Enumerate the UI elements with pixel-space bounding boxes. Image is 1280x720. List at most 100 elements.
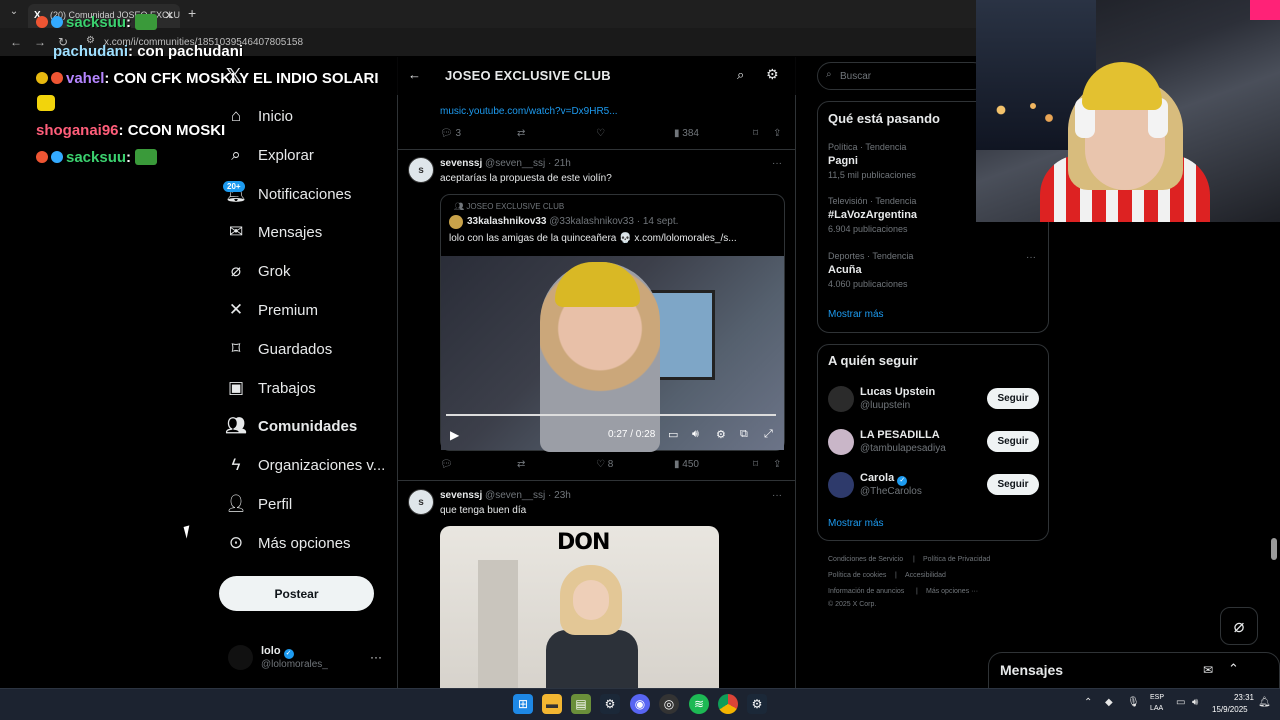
nav-premium[interactable]: ✕ Premium <box>226 296 318 324</box>
chrome-icon[interactable] <box>718 694 738 714</box>
follow-show-more-link[interactable]: Mostrar más <box>828 518 884 529</box>
tweet-author[interactable]: sevenssj @seven__ssj · 21h <box>440 158 571 169</box>
footer-link[interactable]: Política de cookies <box>828 572 886 579</box>
microphone-icon[interactable]: 🎙︎ <box>1127 697 1140 708</box>
tray-chevron-icon[interactable]: ⌃ <box>1084 697 1092 708</box>
trends-show-more-link[interactable]: Mostrar más <box>828 309 884 320</box>
retweet-button[interactable]: ⇄ <box>517 459 525 470</box>
tab-list-chevron-icon[interactable]: ⌄ <box>6 6 22 22</box>
trend-item[interactable]: Política · Tendencia Pagni 11,5 mil publ… <box>828 142 916 180</box>
post-button[interactable]: Postear <box>219 576 374 611</box>
follow-button[interactable]: Seguir <box>987 474 1039 495</box>
footer-link[interactable]: Más opciones ··· <box>926 588 978 595</box>
language-indicator[interactable]: ESP <box>1150 694 1164 701</box>
grok-floating-button[interactable]: ⌀ <box>1220 607 1258 645</box>
tweet-author[interactable]: sevenssj @seven__ssj · 23h <box>440 490 571 501</box>
like-button[interactable]: ♡ 8 <box>596 459 613 470</box>
spotify-icon[interactable]: ≋ <box>689 694 709 714</box>
volume-icon[interactable]: 🔊︎ <box>1192 697 1198 708</box>
new-tab-icon[interactable]: + <box>188 5 196 21</box>
like-button[interactable]: ♡ <box>596 128 605 139</box>
share-button[interactable]: ⇪ <box>773 459 781 470</box>
close-tab-icon[interactable]: ✕ <box>165 9 174 22</box>
captions-icon[interactable]: ▭ <box>668 428 678 441</box>
nav-comunidades[interactable]: 👥︎ Comunidades <box>225 412 357 440</box>
search-icon[interactable]: ⌕ <box>737 67 744 83</box>
gear-icon[interactable]: ⚙ <box>766 66 779 83</box>
follow-name[interactable]: Carola ✓ <box>860 472 908 486</box>
bookmark-button[interactable]: ⌑ <box>753 459 758 470</box>
trend-more-icon[interactable]: ··· <box>1026 252 1036 263</box>
footer-link[interactable]: Información de anuncios <box>828 588 904 595</box>
compose-message-icon[interactable]: ✉ <box>1203 663 1213 677</box>
account-name[interactable]: lolo ✓ <box>261 645 294 659</box>
verified-badge-icon: ✓ <box>283 649 294 659</box>
pip-icon[interactable]: ⧉ <box>740 428 748 441</box>
retweet-button[interactable]: ⇄ <box>517 128 525 139</box>
tweet-link[interactable]: music.youtube.com/watch?v=Dx9HR5... <box>440 106 618 117</box>
search-input[interactable]: Buscar <box>817 62 987 90</box>
tweet-avatar[interactable]: s <box>408 157 434 183</box>
keyboard-layout-indicator[interactable]: LAA <box>1150 705 1163 712</box>
nav-grok[interactable]: ⌀ Grok <box>226 257 291 285</box>
file-explorer-icon[interactable]: ▬ <box>542 694 562 714</box>
emote-icon <box>135 14 158 30</box>
tweet-avatar[interactable]: s <box>408 489 434 515</box>
discord-icon[interactable]: ◉ <box>630 694 650 714</box>
tray-app-icon[interactable]: ◆ <box>1105 697 1113 708</box>
scrollbar[interactable] <box>1271 538 1277 560</box>
reply-button[interactable]: 💬︎ 3 <box>440 128 461 139</box>
steam-icon[interactable]: ⚙ <box>747 694 767 714</box>
footer-link[interactable]: Accesibilidad <box>905 572 946 579</box>
nav-inicio[interactable]: ⌂ Inicio <box>226 102 293 130</box>
trend-item[interactable]: Televisión · Tendencia #LaVozArgentina 6… <box>828 196 917 234</box>
tweet-more-icon[interactable]: ··· <box>772 490 782 501</box>
notification-bell-icon[interactable]: 🔔︎ <box>1258 697 1271 708</box>
clock-time[interactable]: 23:31 <box>1226 693 1254 702</box>
nav-trabajos[interactable]: ▣ Trabajos <box>226 374 316 402</box>
trend-item[interactable]: Deportes · Tendencia Acuña 4.060 publica… <box>828 251 913 289</box>
network-icon[interactable]: ▭ <box>1176 697 1185 708</box>
back-icon[interactable]: ← <box>10 35 22 49</box>
account-avatar[interactable] <box>228 645 253 670</box>
nav-guardados[interactable]: ⌑ Guardados <box>226 335 333 363</box>
expand-drawer-icon[interactable]: ⌃ <box>1228 661 1239 677</box>
nav-notificaciones[interactable]: 🔔︎ Notificaciones <box>225 180 351 208</box>
nav-mensajes[interactable]: ✉ Mensajes <box>226 218 322 246</box>
nav-explorar[interactable]: ⌕ Explorar <box>226 141 314 169</box>
share-button[interactable]: ⇪ <box>773 128 781 139</box>
video-progress-bar[interactable] <box>446 414 776 416</box>
follow-avatar[interactable] <box>828 429 854 455</box>
tweet-more-icon[interactable]: ··· <box>772 158 782 169</box>
obs-icon[interactable]: ◎ <box>659 694 679 714</box>
tweet-text: que tenga buen día <box>440 505 527 516</box>
follow-avatar[interactable] <box>828 386 854 412</box>
settings-icon[interactable]: ⚙ <box>716 428 726 441</box>
views-button[interactable]: ▮ 384 <box>674 128 699 139</box>
follow-button[interactable]: Seguir <box>987 388 1039 409</box>
follow-button[interactable]: Seguir <box>987 431 1039 452</box>
play-icon[interactable]: ▶ <box>450 428 459 442</box>
reply-button[interactable]: 💬︎ <box>440 459 453 470</box>
account-more-icon[interactable]: ··· <box>370 650 382 664</box>
nav-mas-opciones[interactable]: ⊙ Más opciones <box>226 529 351 557</box>
people-icon: 👥︎ <box>454 202 465 211</box>
views-button[interactable]: ▮ 450 <box>674 459 699 470</box>
footer-link[interactable]: Política de Privacidad <box>923 556 990 563</box>
start-icon[interactable]: ⊞ <box>513 694 533 714</box>
forward-icon[interactable]: → <box>34 35 46 49</box>
follow-name[interactable]: LA PESADILLA <box>860 429 940 441</box>
back-arrow-icon[interactable]: ← <box>408 67 421 82</box>
follow-name[interactable]: Lucas Upstein <box>860 386 935 398</box>
follow-avatar[interactable] <box>828 472 854 498</box>
steam-icon[interactable]: ⚙ <box>600 694 620 714</box>
volume-icon[interactable]: 🔊︎ <box>692 428 699 441</box>
footer-link[interactable]: Condiciones de Servicio <box>828 556 903 563</box>
app-icon[interactable]: ▤ <box>571 694 591 714</box>
nav-organizaciones[interactable]: ϟ Organizaciones v... <box>226 451 386 479</box>
nav-perfil[interactable]: 👤︎ Perfil <box>225 490 292 518</box>
clock-date[interactable]: 15/9/2025 <box>1212 705 1248 714</box>
x-logo-icon[interactable]: 𝕏 <box>226 64 242 89</box>
fullscreen-icon[interactable]: ⤢ <box>764 428 773 441</box>
bookmark-button[interactable]: ⌑ <box>753 128 758 139</box>
